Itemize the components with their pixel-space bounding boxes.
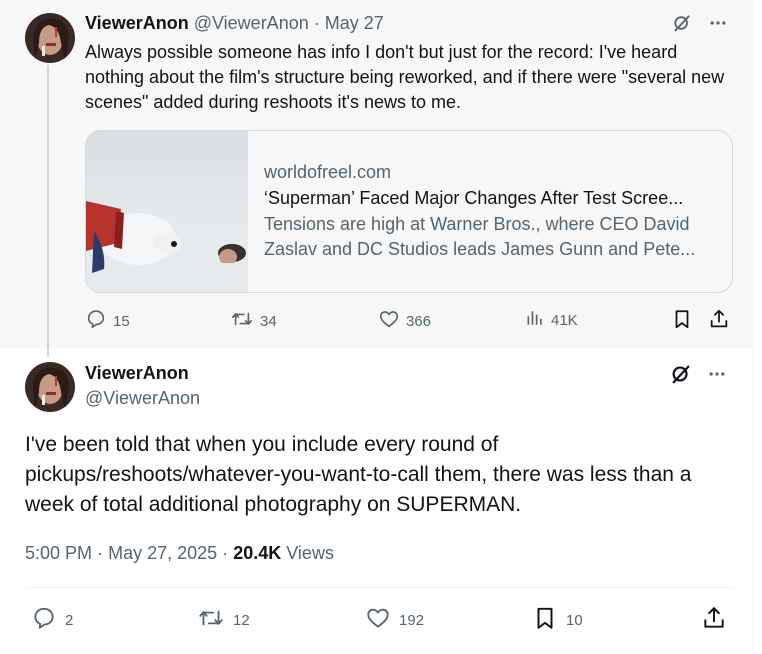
like-button[interactable]: 366 — [378, 308, 431, 334]
link-preview-text: worldofreel.com ‘Superman’ Faced Major C… — [264, 159, 719, 262]
reply-icon — [31, 605, 57, 635]
post-top-actions — [671, 12, 729, 34]
repost-button[interactable]: 12 — [197, 605, 250, 635]
author-name[interactable]: ViewerAnon — [85, 363, 189, 384]
share-button[interactable] — [708, 308, 730, 334]
separator-dot: · — [313, 13, 320, 33]
views-button[interactable]: 41K — [525, 308, 578, 332]
more-icon[interactable] — [706, 363, 728, 385]
grok-icon[interactable] — [670, 363, 692, 385]
post-date[interactable]: May 27 — [325, 13, 384, 33]
reply-count: 15 — [113, 312, 130, 330]
bookmark-button[interactable]: 10 — [532, 605, 583, 635]
bookmark-count: 10 — [566, 611, 583, 629]
post-top-actions — [670, 363, 728, 385]
post-meta: 5:00 PM · May 27, 2025 · 20.4K Views — [25, 543, 334, 564]
parent-post[interactable]: ViewerAnon @ViewerAnon · May 27 Always p… — [0, 0, 754, 357]
thread-connector-line — [47, 65, 49, 357]
like-button[interactable]: 192 — [365, 605, 424, 635]
reply-icon — [85, 308, 107, 334]
repost-count: 12 — [233, 611, 250, 629]
avatar[interactable] — [25, 362, 75, 412]
separator-dot: · — [97, 543, 104, 563]
link-domain: worldofreel.com — [264, 162, 392, 182]
post-action-bar: 15 34 366 41K — [85, 308, 733, 334]
more-icon[interactable] — [707, 12, 729, 34]
reply-button[interactable]: 2 — [31, 605, 73, 635]
heart-icon — [378, 308, 400, 334]
link-description: Tensions are high at Warner Bros., where… — [264, 214, 696, 259]
author-handle[interactable]: @ViewerAnon — [194, 13, 309, 33]
views-label: Views — [286, 543, 334, 563]
post-date[interactable]: May 27, 2025 — [108, 543, 217, 563]
link-title: ‘Superman’ Faced Major Changes After Tes… — [264, 188, 684, 208]
grok-icon[interactable] — [671, 12, 693, 34]
repost-icon — [230, 308, 254, 334]
separator-dot: · — [222, 543, 229, 563]
post-action-bar: 2 12 192 10 — [25, 605, 733, 633]
post-text: I've been told that when you include eve… — [25, 433, 692, 516]
post-header: ViewerAnon @ViewerAnon · May 27 — [85, 13, 384, 34]
link-preview-card[interactable]: worldofreel.com ‘Superman’ Faced Major C… — [85, 130, 733, 293]
share-icon — [708, 308, 730, 334]
repost-count: 34 — [260, 312, 277, 330]
link-preview-image — [86, 131, 248, 292]
like-count: 192 — [399, 611, 425, 629]
post-text: Always possible someone has info I don't… — [85, 42, 725, 112]
bookmark-button[interactable] — [671, 308, 693, 334]
repost-button[interactable]: 34 — [230, 308, 277, 334]
views-count: 41K — [551, 311, 578, 329]
reply-button[interactable]: 15 — [85, 308, 130, 334]
post-time[interactable]: 5:00 PM — [25, 543, 92, 563]
like-count: 366 — [406, 312, 432, 330]
views-icon — [525, 308, 545, 332]
share-button[interactable] — [701, 605, 727, 635]
author-handle[interactable]: @ViewerAnon — [85, 388, 200, 409]
thread-container: ViewerAnon @ViewerAnon · May 27 Always p… — [0, 0, 754, 654]
divider — [25, 587, 733, 588]
author-name[interactable]: ViewerAnon — [85, 13, 189, 33]
repost-icon — [197, 605, 225, 635]
avatar[interactable] — [25, 13, 75, 63]
heart-icon — [365, 605, 391, 635]
reply-count: 2 — [65, 611, 74, 629]
bookmark-icon — [671, 308, 693, 334]
bookmark-icon — [532, 605, 558, 635]
share-icon — [701, 605, 727, 635]
views-count: 20.4K — [233, 543, 282, 563]
